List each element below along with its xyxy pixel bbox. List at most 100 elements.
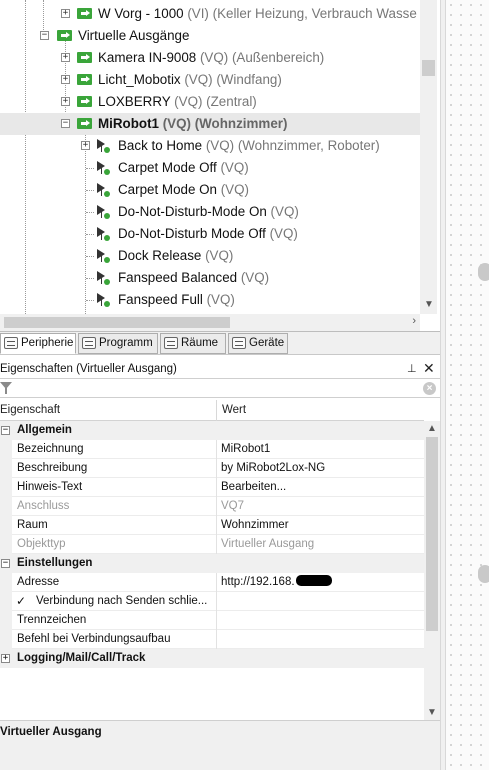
category-einstellungen[interactable]: − Einstellungen (0, 554, 424, 573)
property-value[interactable]: http://192.168. (221, 573, 421, 591)
expand-plus-icon[interactable]: + (61, 9, 70, 18)
tree-item-label: W Vorg - 1000 (98, 6, 184, 21)
property-value[interactable]: by MiRobot2Lox-NG (221, 459, 421, 477)
command-icon (96, 270, 112, 286)
tab-strip: Peripherie Programm Räume Geräte (0, 331, 440, 355)
tab-raeume[interactable]: Räume (160, 333, 226, 354)
tree-item-label: Virtuelle Ausgänge (78, 28, 190, 43)
scroll-down-icon[interactable]: ▼ (424, 299, 434, 310)
property-row-bezeichnung[interactable]: Bezeichnung MiRobot1 (0, 440, 424, 459)
clear-filter-icon[interactable]: × (423, 382, 436, 395)
tree-row-kamera[interactable]: + Kamera IN-9008 (VQ) (Außenbereich) (0, 47, 420, 69)
category-logging[interactable]: + Logging/Mail/Call/Track (0, 649, 424, 668)
property-value[interactable]: Bearbeiten... (221, 478, 421, 496)
property-name: Beschreibung (17, 462, 88, 474)
tree-item-label: Do-Not-Disturb Mode Off (118, 226, 266, 241)
close-icon[interactable]: ✕ (423, 359, 435, 377)
virtual-input-icon (77, 8, 92, 19)
category-label: Allgemein (17, 424, 72, 436)
grid-header: Eigenschaft Wert (0, 400, 424, 421)
property-row-beschreibung[interactable]: Beschreibung by MiRobot2Lox-NG (0, 459, 424, 478)
tree-item-suffix: (VQ) (Wohnzimmer, Roboter) (202, 138, 380, 153)
pin-icon[interactable]: ⊥ (407, 360, 417, 378)
scroll-up-icon[interactable]: ▲ (427, 423, 437, 434)
virtual-output-icon (77, 96, 92, 107)
tree-item-label: Do-Not-Disturb-Mode On (118, 204, 267, 219)
properties-header: Eigenschaften (Virtueller Ausgang) ⊥ ✕ (0, 360, 440, 378)
tree-row-back-to-home[interactable]: + Back to Home (VQ) (Wohnzimmer, Roboter… (0, 135, 420, 157)
collapse-minus-icon[interactable]: − (1, 426, 10, 435)
program-canvas[interactable] (446, 0, 489, 770)
filter-input[interactable] (14, 381, 414, 396)
scroll-right-icon[interactable]: › (412, 315, 416, 327)
tree-row-fanspeed-balanced[interactable]: Fanspeed Balanced (VQ) (0, 267, 420, 289)
property-value[interactable]: MiRobot1 (221, 440, 421, 458)
property-value: VQ7 (221, 500, 245, 512)
periphery-tree[interactable]: + W Vorg - 1000 (VI) (Keller Heizung, Ve… (0, 0, 420, 314)
scrollbar-thumb[interactable] (4, 317, 230, 328)
collapse-minus-icon[interactable]: − (40, 31, 49, 40)
expand-plus-icon[interactable]: + (61, 75, 70, 84)
command-icon (96, 160, 112, 176)
property-row-adresse[interactable]: Adresse http://192.168. (0, 573, 424, 592)
filter-bar: × (0, 378, 440, 398)
tab-geraete[interactable]: Geräte (228, 333, 288, 354)
collapse-minus-icon[interactable]: − (1, 559, 10, 568)
tree-item-suffix: (VQ) (217, 182, 249, 197)
expand-plus-icon[interactable]: + (61, 53, 70, 62)
tab-label: Räume (181, 337, 219, 349)
property-value[interactable]: Wohnzimmer (221, 516, 421, 534)
grid-vertical-scrollbar[interactable]: ▲ ▼ (424, 421, 440, 720)
tree-row-w-vorg[interactable]: + W Vorg - 1000 (VI) (Keller Heizung, Ve… (0, 3, 420, 25)
tab-label: Programm (99, 337, 153, 349)
category-label: Einstellungen (17, 557, 93, 569)
virtual-output-icon (77, 118, 92, 129)
tree-row-mirobot1[interactable]: − MiRobot1 (VQ) (Wohnzimmer) (0, 113, 420, 135)
tab-peripherie[interactable]: Peripherie (0, 333, 76, 354)
command-icon (96, 138, 112, 154)
canvas-connector-handle[interactable] (478, 263, 489, 281)
property-name: Objekttyp (17, 538, 66, 550)
tree-item-suffix: (VQ) (Wohnzimmer) (159, 116, 288, 131)
command-icon (96, 292, 112, 308)
description-title: Virtueller Ausgang (0, 726, 102, 738)
property-row-trennzeichen[interactable]: Trennzeichen (0, 611, 424, 630)
category-allgemein[interactable]: − Allgemein (0, 421, 424, 440)
tree-row-virtuelle-ausgaenge[interactable]: − Virtuelle Ausgänge (0, 25, 420, 47)
periphery-tab-icon (4, 337, 18, 349)
tree-horizontal-scrollbar[interactable]: › (0, 314, 420, 331)
property-row-befehl-verbindungsaufbau[interactable]: Befehl bei Verbindungsaufbau (0, 630, 424, 649)
tree-item-label: Kamera IN-9008 (98, 50, 197, 65)
column-header-value[interactable]: Wert (222, 400, 246, 421)
tree-row-carpet-mode-off[interactable]: Carpet Mode Off (VQ) (0, 157, 420, 179)
property-row-hinweis-text[interactable]: Hinweis-Text Bearbeiten... (0, 478, 424, 497)
scrollbar-thumb[interactable] (422, 60, 435, 76)
column-header-property[interactable]: Eigenschaft (0, 400, 60, 421)
collapse-minus-icon[interactable]: − (61, 119, 70, 128)
tab-programm[interactable]: Programm (78, 333, 158, 354)
tree-row-dock-release[interactable]: Dock Release (VQ) (0, 245, 420, 267)
scrollbar-thumb[interactable] (426, 437, 438, 631)
tree-item-label: Dock Release (118, 248, 202, 263)
property-name: Adresse (17, 576, 60, 588)
property-name: Trennzeichen (17, 614, 87, 626)
expand-plus-icon[interactable]: + (1, 654, 10, 663)
tree-vertical-scrollbar[interactable]: ▼ (420, 0, 437, 314)
tree-item-suffix: (VQ) (202, 292, 235, 307)
scroll-down-icon[interactable]: ▼ (427, 707, 437, 718)
property-name: Raum (17, 519, 48, 531)
tree-row-carpet-mode-on[interactable]: Carpet Mode On (VQ) (0, 179, 420, 201)
tree-row-loxberry[interactable]: + LOXBERRY (VQ) (Zentral) (0, 91, 420, 113)
tree-row-dnd-on[interactable]: Do-Not-Disturb-Mode On (VQ) (0, 201, 420, 223)
property-value: Virtueller Ausgang (221, 538, 315, 550)
tree-row-fanspeed-full[interactable]: Fanspeed Full (VQ) (0, 289, 420, 311)
canvas-connector-handle[interactable] (478, 565, 489, 583)
tree-item-suffix: (VQ) (216, 160, 249, 175)
expand-plus-icon[interactable]: + (81, 141, 90, 150)
checkbox-checked-icon[interactable]: ✓ (16, 592, 26, 610)
property-row-verbindung[interactable]: ✓ Verbindung nach Senden schlie... (0, 592, 424, 611)
expand-plus-icon[interactable]: + (61, 97, 70, 106)
tree-row-licht-mobotix[interactable]: + Licht_Mobotix (VQ) (Windfang) (0, 69, 420, 91)
tree-row-dnd-off[interactable]: Do-Not-Disturb Mode Off (VQ) (0, 223, 420, 245)
property-row-raum[interactable]: Raum Wohnzimmer (0, 516, 424, 535)
